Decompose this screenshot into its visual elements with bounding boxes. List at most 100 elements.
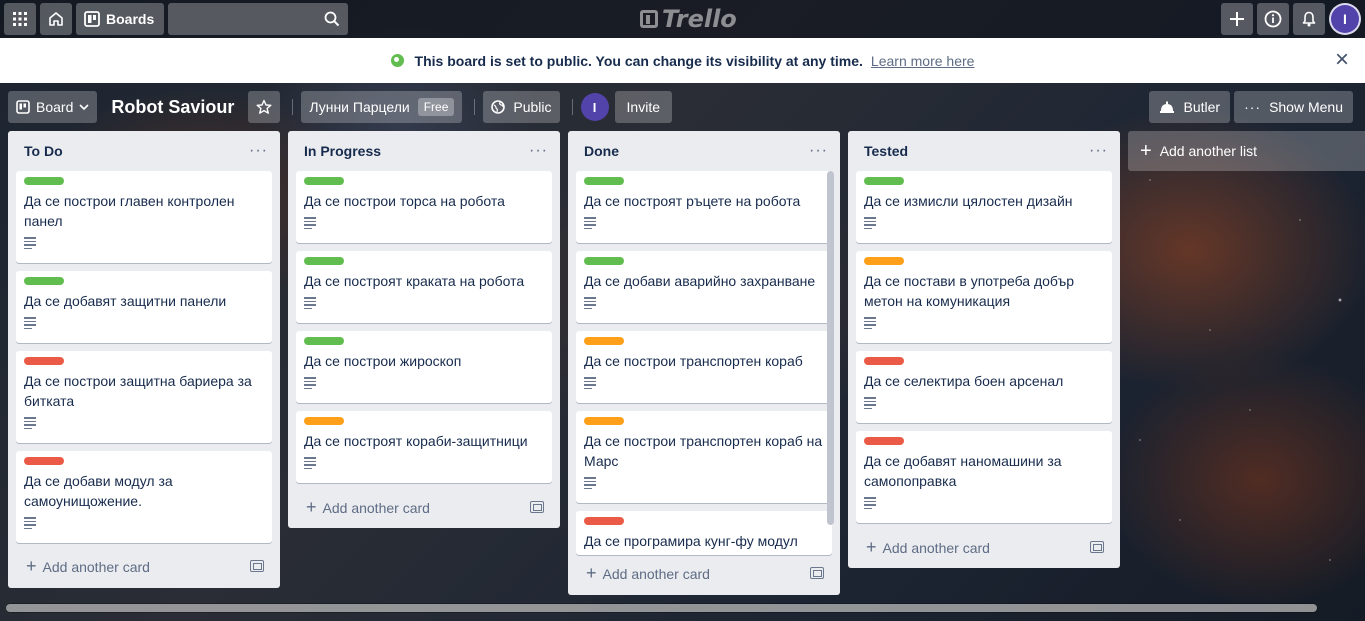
member-avatar[interactable]: I — [580, 93, 609, 121]
card-label-red — [24, 457, 64, 465]
card-title: Да се построи защитна бариера за битката — [24, 373, 252, 409]
top-right-actions: I — [1221, 3, 1361, 35]
butler-bell-icon — [1160, 101, 1175, 113]
horizontal-scrollbar-thumb[interactable] — [6, 604, 1317, 612]
close-icon[interactable]: × — [1331, 48, 1353, 72]
card[interactable]: Да се програмира кунг-фу модул — [576, 511, 832, 555]
workspace-plan-badge: Free — [417, 98, 455, 116]
card-title: Да се построи главен контролен панел — [24, 193, 235, 229]
card-template-icon[interactable] — [530, 501, 544, 513]
header-divider — [571, 99, 573, 115]
card[interactable]: Да се построи торса на робота — [296, 171, 552, 243]
board-header: Board Robot Saviour Лунни Парцели Free P… — [0, 83, 1365, 131]
add-card-button[interactable]: + Add another card — [16, 552, 272, 580]
card[interactable]: Да се постави в употреба добър метон на … — [856, 251, 1112, 343]
card-label-red — [584, 517, 624, 525]
add-list-button[interactable]: + Add another list — [1128, 131, 1365, 171]
card-label-green — [304, 257, 344, 265]
card-template-icon[interactable] — [1090, 541, 1104, 553]
card-label-green — [304, 177, 344, 185]
card[interactable]: Да се построи главен контролен панел — [16, 171, 272, 263]
learn-more-link[interactable]: Learn more here — [871, 53, 975, 69]
workspace-name: Лунни Парцели — [309, 99, 410, 115]
description-icon — [24, 317, 36, 329]
list-tested: Tested ··· Да се измисли цялостен дизайн Да… — [848, 131, 1120, 568]
card-title: Да се построят краката на робота — [304, 273, 525, 289]
add-card-button[interactable]: + Add another card — [576, 559, 832, 587]
logo-text: Trello — [662, 5, 737, 33]
card[interactable]: Да се построи защитна бариера за битката — [16, 351, 272, 443]
description-icon — [584, 377, 596, 389]
star-button[interactable] — [248, 91, 281, 123]
card[interactable]: Да се измисли цялостен дизайн — [856, 171, 1112, 243]
workspace-button[interactable]: Лунни Парцели Free — [301, 91, 463, 123]
notifications-button[interactable] — [1293, 3, 1325, 35]
plus-icon: + — [306, 496, 317, 517]
globe-icon — [390, 54, 404, 67]
card[interactable]: Да се добави аварийно захранване — [576, 251, 832, 323]
butler-button[interactable]: Butler — [1149, 91, 1231, 123]
description-icon — [24, 237, 36, 249]
trello-mark-icon — [640, 10, 658, 28]
card[interactable]: Да се построи транспортен кораб на Марс — [576, 411, 832, 503]
add-list-label: Add another list — [1159, 143, 1257, 159]
card-label-green — [24, 277, 64, 285]
card-title: Да се постави в употреба добър метон на … — [864, 273, 1075, 309]
list-menu-icon[interactable]: ··· — [529, 142, 548, 160]
card[interactable]: Да се построят краката на робота — [296, 251, 552, 323]
show-menu-button[interactable]: ··· Show Menu — [1234, 91, 1353, 123]
card-label-red — [24, 357, 64, 365]
card[interactable]: Да се построят кораби-защитници — [296, 411, 552, 483]
list-menu-icon[interactable]: ··· — [1089, 142, 1108, 160]
boards-button[interactable]: Boards — [76, 3, 165, 35]
description-icon — [864, 397, 876, 409]
list-done: Done ··· Да се построят ръцете на робота Да… — [568, 131, 840, 595]
add-card-content: + Add another card — [866, 537, 990, 558]
list-menu-icon[interactable]: ··· — [809, 142, 828, 160]
trello-logo[interactable]: Trello — [640, 5, 737, 33]
search-input[interactable] — [168, 3, 349, 35]
chevron-down-icon — [79, 104, 89, 111]
globe-icon — [491, 100, 506, 114]
card-label-green — [584, 257, 624, 265]
card-label-red — [864, 357, 904, 365]
board-view-button[interactable]: Board — [8, 91, 98, 123]
info-icon — [1264, 10, 1282, 28]
create-button[interactable] — [1221, 3, 1253, 35]
user-avatar[interactable]: I — [1329, 3, 1361, 35]
card[interactable]: Да се селектира боен арсенал — [856, 351, 1112, 423]
visibility-button[interactable]: Public — [483, 91, 560, 123]
list-title[interactable]: Done — [584, 143, 619, 159]
apps-button[interactable] — [4, 3, 36, 35]
add-card-button[interactable]: + Add another card — [296, 493, 552, 521]
list-title[interactable]: To Do — [24, 143, 63, 159]
board-title[interactable]: Robot Saviour — [101, 97, 244, 118]
description-icon — [304, 377, 316, 389]
list-title[interactable]: In Progress — [304, 143, 381, 159]
card-title: Да се построят ръцете на робота — [584, 193, 801, 209]
header-divider — [474, 99, 476, 115]
list-header: In Progress ··· — [288, 131, 560, 171]
boards-label: Boards — [106, 11, 155, 27]
card[interactable]: Да се построи транспортен кораб — [576, 331, 832, 403]
info-button[interactable] — [1257, 3, 1289, 35]
add-card-button[interactable]: + Add another card — [856, 533, 1112, 561]
card-title: Да се построи транспортен кораб на Марс — [584, 433, 823, 469]
add-card-label: Add another card — [322, 499, 430, 516]
add-card-label: Add another card — [882, 539, 990, 556]
board-icon — [16, 100, 30, 114]
home-button[interactable] — [40, 3, 72, 35]
card[interactable]: Да се добавят наномашини за самопоправка — [856, 431, 1112, 523]
invite-button[interactable]: Invite — [614, 91, 672, 123]
plus-icon — [1230, 12, 1244, 26]
card-label-orange — [584, 417, 624, 425]
card[interactable]: Да се построи жироскоп — [296, 331, 552, 403]
list-title[interactable]: Tested — [864, 143, 908, 159]
card[interactable]: Да се построят ръцете на робота — [576, 171, 832, 243]
card[interactable]: Да се добавят защитни панели — [16, 271, 272, 343]
card[interactable]: Да се добави модул за самоунищожение. — [16, 451, 272, 543]
card-template-icon[interactable] — [810, 567, 824, 579]
card-template-icon[interactable] — [250, 560, 264, 572]
list-menu-icon[interactable]: ··· — [249, 142, 268, 160]
list-scrollbar[interactable] — [827, 171, 834, 525]
